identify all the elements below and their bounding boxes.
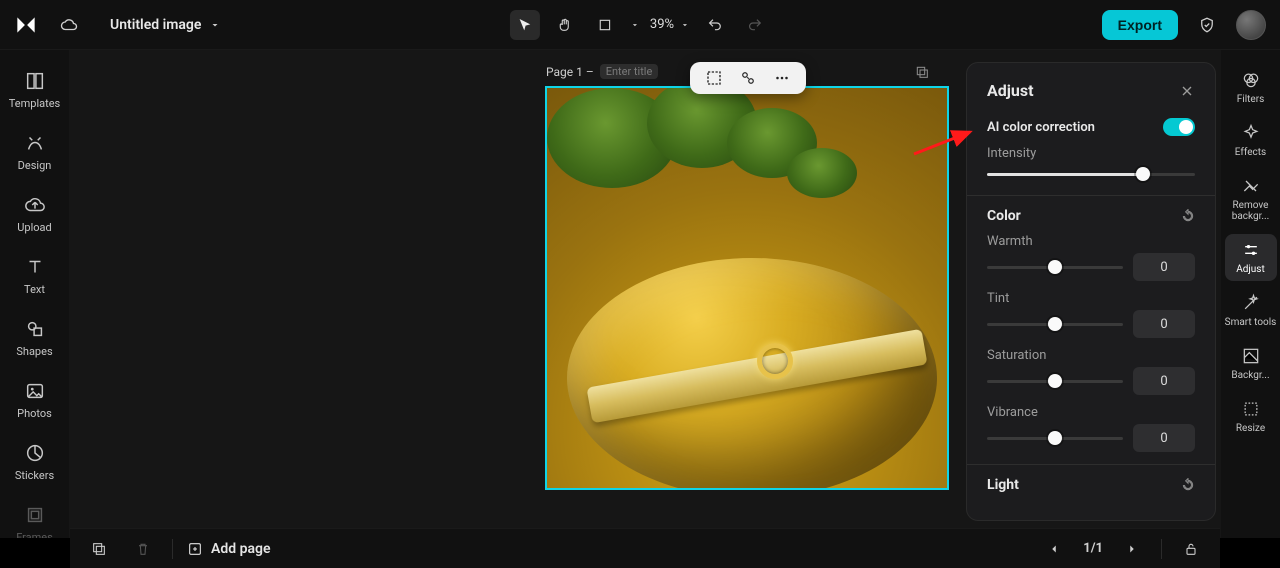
rr-label: Effects [1235,147,1266,158]
zoom-value: 39% [650,17,674,32]
tint-value[interactable]: 0 [1133,310,1195,338]
rr-item-removebg[interactable]: Remove backgr... [1225,170,1277,228]
hand-tool-icon[interactable] [550,10,580,40]
more-icon[interactable] [772,68,792,88]
light-section-title: Light [987,477,1019,493]
warmth-slider[interactable] [987,258,1123,276]
vibrance-value[interactable]: 0 [1133,424,1195,452]
right-sidebar: Filters Effects Remove backgr... Adjust … [1220,50,1280,538]
doc-title-text: Untitled image [110,17,201,33]
trash-icon [128,534,158,564]
adjust-panel: Adjust AI color correction Intensity Col… [966,62,1216,521]
rr-item-backgr[interactable]: Backgr... [1225,340,1277,387]
rr-label: Adjust [1236,264,1265,275]
sidebar-item-label: Design [18,159,52,172]
color-section-title: Color [987,208,1021,224]
duplicate-page-icon[interactable] [914,64,930,80]
saturation-value[interactable]: 0 [1133,367,1195,395]
warmth-label: Warmth [987,234,1195,249]
rr-label: Smart tools [1225,317,1277,328]
page-number: Page 1 – [546,65,594,79]
page-label: Page 1 – Enter title [546,64,658,79]
zoom-display[interactable]: 39% [650,17,690,32]
sidebar-item-upload[interactable]: Upload [5,188,65,240]
intensity-slider[interactable] [987,165,1195,183]
chevron-down-icon[interactable] [630,20,640,30]
add-page-button[interactable]: Add page [187,541,270,557]
ai-color-label: AI color correction [987,120,1095,135]
sidebar-item-design[interactable]: Design [5,126,65,178]
magic-icon[interactable] [738,68,758,88]
rr-label: Filters [1237,94,1265,105]
undo-icon[interactable] [700,10,730,40]
intensity-label: Intensity [987,146,1195,161]
reset-light-icon[interactable] [1181,478,1195,492]
sidebar-item-label: Templates [9,97,60,110]
app-logo[interactable] [12,11,40,39]
ring-decoration [757,343,793,379]
rr-label: Resize [1236,423,1265,434]
sidebar-item-photos[interactable]: Photos [5,374,65,426]
reset-color-icon[interactable] [1181,209,1195,223]
rr-label: Remove backgr... [1225,200,1277,222]
page-title-input[interactable]: Enter title [600,64,659,79]
tint-slider[interactable] [987,315,1123,333]
crop-icon[interactable] [704,68,724,88]
rr-item-resize[interactable]: Resize [1225,393,1277,440]
select-tool-icon[interactable] [510,10,540,40]
tint-label: Tint [987,291,1195,306]
vibrance-slider[interactable] [987,429,1123,447]
sidebar-item-label: Text [24,283,45,296]
pine-branch-decoration [545,86,817,248]
rr-item-effects[interactable]: Effects [1225,117,1277,164]
chevron-down-icon [209,19,221,31]
crop-tool-icon[interactable] [590,10,620,40]
sidebar-item-text[interactable]: Text [5,250,65,302]
doc-title[interactable]: Untitled image [110,17,221,33]
sidebar-item-stickers[interactable]: Stickers [5,436,65,488]
adjust-title: Adjust [987,81,1034,100]
rr-item-filters[interactable]: Filters [1225,64,1277,111]
sidebar-item-label: Photos [17,407,52,420]
sidebar-item-label: Stickers [15,469,54,482]
floating-toolbar [690,62,806,94]
avatar[interactable] [1236,10,1266,40]
next-page-icon[interactable] [1117,534,1147,564]
ai-color-toggle[interactable] [1163,118,1195,136]
sidebar-item-templates[interactable]: Templates [5,64,65,116]
vibrance-label: Vibrance [987,405,1195,420]
rr-item-smart[interactable]: Smart tools [1225,287,1277,334]
canvas-image[interactable] [545,86,949,490]
layers-icon[interactable] [84,534,114,564]
sidebar-item-label: Frames [16,531,53,538]
rr-label: Backgr... [1231,370,1269,381]
export-button[interactable]: Export [1102,10,1178,40]
saturation-slider[interactable] [987,372,1123,390]
sidebar-item-label: Shapes [16,345,52,358]
left-sidebar: Templates Design Upload Text Shapes Phot… [0,50,70,538]
close-icon[interactable] [1179,83,1195,99]
ribbon-decoration [586,329,927,423]
top-bar: Untitled image 39% Export [0,0,1280,50]
redo-icon [740,10,770,40]
lock-icon[interactable] [1176,534,1206,564]
add-page-label: Add page [211,541,270,557]
sidebar-item-label: Upload [17,221,51,234]
chevron-down-icon [680,20,690,30]
page-counter: 1/1 [1083,541,1103,556]
bottom-bar: Add page 1/1 [70,528,1220,568]
shield-icon[interactable] [1192,10,1222,40]
rr-item-adjust[interactable]: Adjust [1225,234,1277,281]
sidebar-item-shapes[interactable]: Shapes [5,312,65,364]
sidebar-item-frames[interactable]: Frames [5,498,65,538]
warmth-value[interactable]: 0 [1133,253,1195,281]
prev-page-icon[interactable] [1039,534,1069,564]
saturation-label: Saturation [987,348,1195,363]
cloud-icon[interactable] [54,10,84,40]
